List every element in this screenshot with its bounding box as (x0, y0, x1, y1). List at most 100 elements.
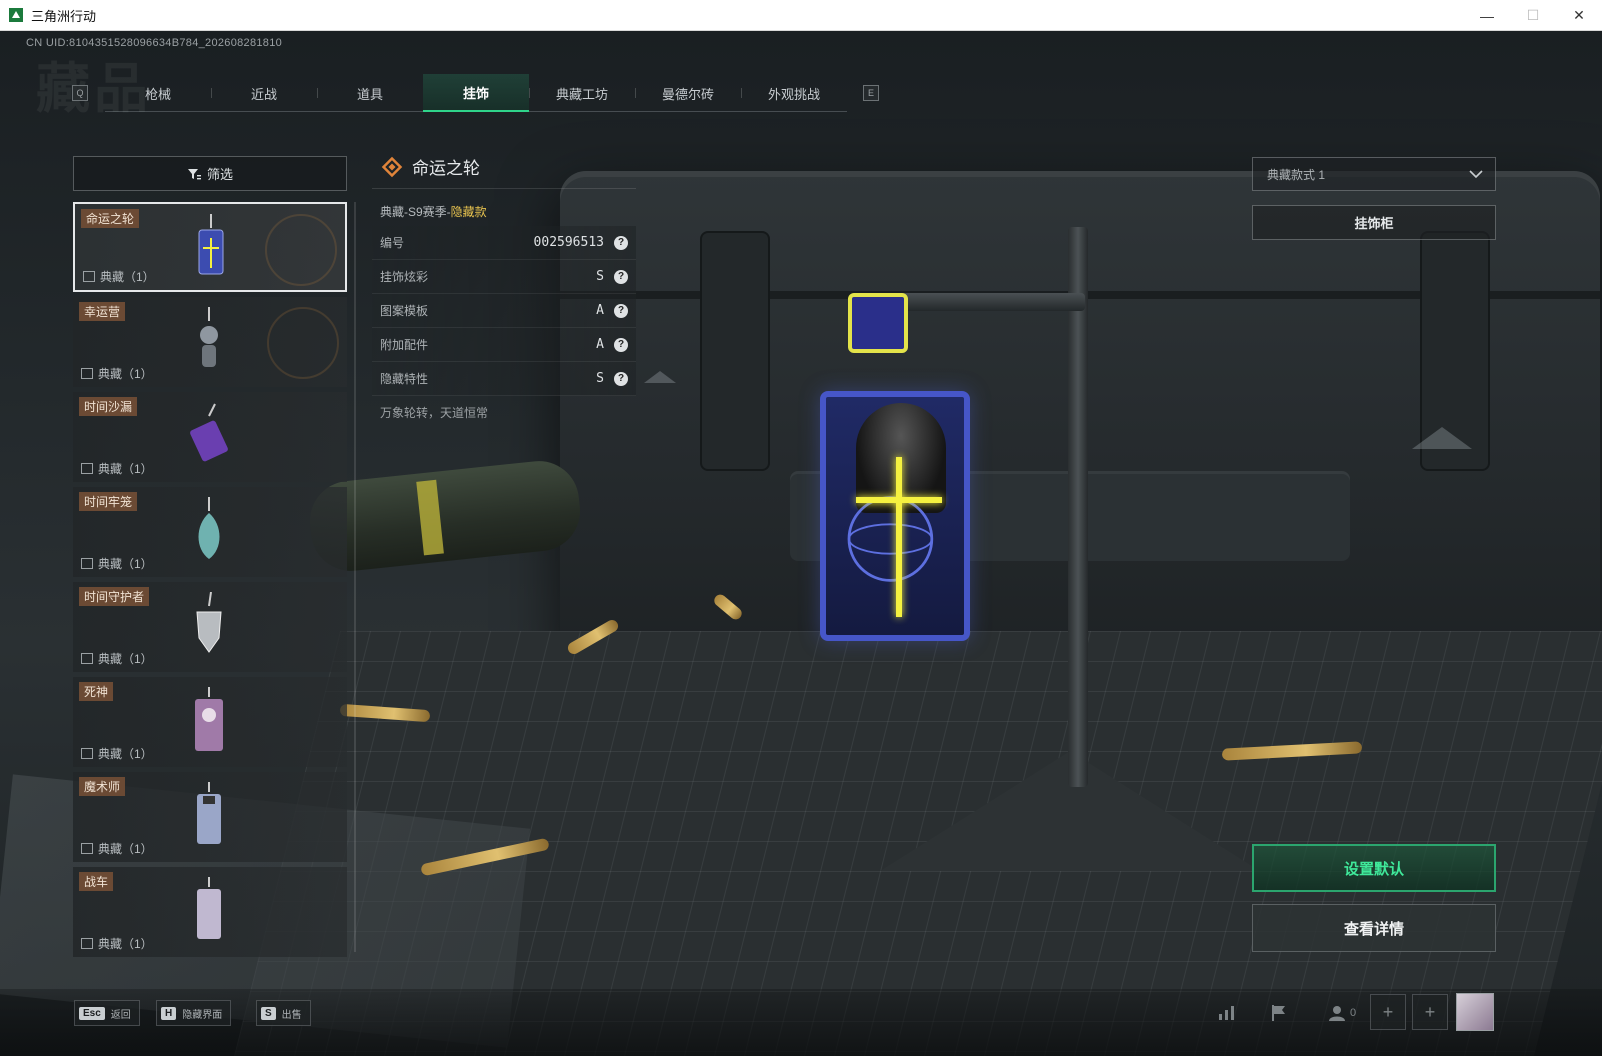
add-party-slot-button[interactable]: + (1412, 994, 1448, 1030)
hint-key: Esc (79, 1006, 105, 1020)
charm-thumbnail-icon (198, 214, 224, 275)
add-party-slot-button[interactable]: + (1370, 994, 1406, 1030)
image-icon (81, 558, 93, 569)
bar-chart-icon (1219, 1006, 1234, 1020)
attr-value: A (596, 303, 604, 318)
minimize-button[interactable]: — (1464, 0, 1510, 31)
attr-row-accessory: 附加配件 A ? (372, 328, 636, 362)
detail-title: 命运之轮 (380, 154, 480, 179)
rarity-diamond-icon (381, 156, 403, 177)
detail-subtitle: 典藏-S9赛季-隐藏款 (380, 203, 487, 220)
wheel-ring-icon (847, 496, 934, 582)
avatar[interactable] (1456, 993, 1494, 1031)
item-count: 典藏（1） (81, 840, 153, 857)
list-item[interactable]: 幸运营 典藏（1） (73, 297, 347, 387)
stand-arm (900, 293, 1085, 311)
item-count: 典藏（1） (81, 555, 153, 572)
chevron-down-icon (1469, 170, 1483, 179)
filter-button[interactable]: 筛选 (73, 156, 347, 191)
friends-count: 0 (1349, 1007, 1357, 1019)
item-count: 典藏（1） (81, 460, 153, 477)
style-select[interactable]: 典藏款式 1 (1252, 157, 1496, 191)
list-scrollbar[interactable] (354, 202, 356, 952)
hint-key: S (261, 1006, 276, 1020)
charm-thumbnail-icon (196, 592, 222, 653)
tab-charms[interactable]: 挂饰 (423, 74, 529, 112)
charm-thumbnail-icon (197, 782, 221, 844)
image-icon (81, 938, 93, 949)
item-name: 战车 (79, 872, 114, 891)
item-name: 时间牢笼 (79, 492, 138, 511)
rarity-emblem-icon (265, 214, 337, 286)
case-arrow-decal-small (644, 371, 676, 383)
item-count-label: 典藏（1） (98, 747, 153, 761)
item-count-label: 典藏（1） (98, 842, 153, 856)
tab-melee[interactable]: 近战 (211, 74, 317, 112)
stats-icon[interactable] (1214, 1000, 1240, 1026)
tab-prev-key-hint[interactable]: Q (72, 85, 88, 101)
category-tabs: 枪械 近战 道具 挂饰 典藏工坊 曼德尔砖 外观挑战 (105, 74, 847, 112)
attr-row-pattern: 图案模板 A ? (372, 294, 636, 328)
maximize-button[interactable]: ☐ (1510, 0, 1556, 31)
attr-row-color: 挂饰炫彩 S ? (372, 260, 636, 294)
help-icon[interactable]: ? (614, 235, 628, 250)
charm-cross-vertical (896, 457, 902, 617)
tab-next-key-hint[interactable]: E (863, 85, 879, 101)
item-count-label: 典藏（1） (98, 937, 153, 951)
list-item[interactable]: 时间守护者 典藏（1） (73, 582, 347, 672)
item-count-label: 典藏（1） (98, 367, 153, 381)
charm-cabinet-button[interactable]: 挂饰柜 (1252, 205, 1496, 240)
help-icon[interactable]: ? (614, 337, 628, 352)
image-icon (81, 843, 93, 854)
attr-value: S (596, 269, 604, 284)
list-item[interactable]: 死神 典藏（1） (73, 677, 347, 767)
attr-label: 挂饰炫彩 (380, 270, 429, 284)
close-button[interactable]: ✕ (1556, 0, 1602, 31)
hint-sell[interactable]: S 出售 (256, 1000, 311, 1026)
hint-hide-ui[interactable]: H 隐藏界面 (156, 1000, 232, 1026)
view-details-button[interactable]: 查看详情 (1252, 904, 1496, 952)
list-item[interactable]: 战车 典藏（1） (73, 867, 347, 957)
tab-mandel-bricks[interactable]: 曼德尔砖 (635, 74, 741, 112)
help-icon[interactable]: ? (614, 303, 628, 318)
attr-row-hidden-trait: 隐藏特性 S ? (372, 362, 636, 396)
charm-cross-horizontal (856, 497, 942, 503)
list-item[interactable]: 命运之轮 典藏（1） (73, 202, 347, 292)
hint-back[interactable]: Esc 返回 (74, 1000, 140, 1026)
item-name: 命运之轮 (81, 209, 140, 228)
attr-label: 图案模板 (380, 304, 429, 318)
window-titlebar: 三角洲行动 — ☐ ✕ (0, 0, 1602, 31)
rarity-emblem-icon (267, 307, 339, 379)
hint-label: 隐藏界面 (182, 1009, 223, 1021)
tab-items[interactable]: 道具 (317, 74, 423, 112)
attr-value: 002596513 (533, 235, 604, 250)
charm-thumbnail-icon (190, 403, 228, 462)
case-latch-left (700, 231, 770, 471)
list-item[interactable]: 魔术师 典藏（1） (73, 772, 347, 862)
item-name: 时间沙漏 (79, 397, 138, 416)
list-item[interactable]: 时间牢笼 典藏（1） (73, 487, 347, 577)
flag-icon[interactable] (1266, 1000, 1292, 1026)
help-icon[interactable]: ? (614, 269, 628, 284)
charm-thumbnail-icon (195, 687, 223, 751)
image-icon (83, 271, 95, 282)
tab-collection-workshop[interactable]: 典藏工坊 (529, 74, 635, 112)
stand-pole (1068, 227, 1088, 787)
item-count: 典藏（1） (81, 365, 153, 382)
attr-label: 附加配件 (380, 338, 429, 352)
attr-value: A (596, 337, 604, 352)
flag-shape-icon (1272, 1005, 1285, 1021)
image-icon (81, 653, 93, 664)
help-icon[interactable]: ? (614, 371, 628, 386)
filter-label: 筛选 (206, 167, 233, 182)
set-default-button[interactable]: 设置默认 (1252, 844, 1496, 892)
item-count-label: 典藏（1） (98, 557, 153, 571)
tab-guns[interactable]: 枪械 (105, 74, 211, 112)
item-count-label: 典藏（1） (98, 462, 153, 476)
tab-appearance-challenge[interactable]: 外观挑战 (741, 74, 847, 112)
item-count: 典藏（1） (81, 650, 153, 667)
item-count-label: 典藏（1） (100, 270, 155, 284)
friends-indicator[interactable]: 0 (1320, 1000, 1364, 1026)
charm-model-wheel-of-fortune[interactable] (820, 391, 970, 641)
list-item[interactable]: 时间沙漏 典藏（1） (73, 392, 347, 482)
